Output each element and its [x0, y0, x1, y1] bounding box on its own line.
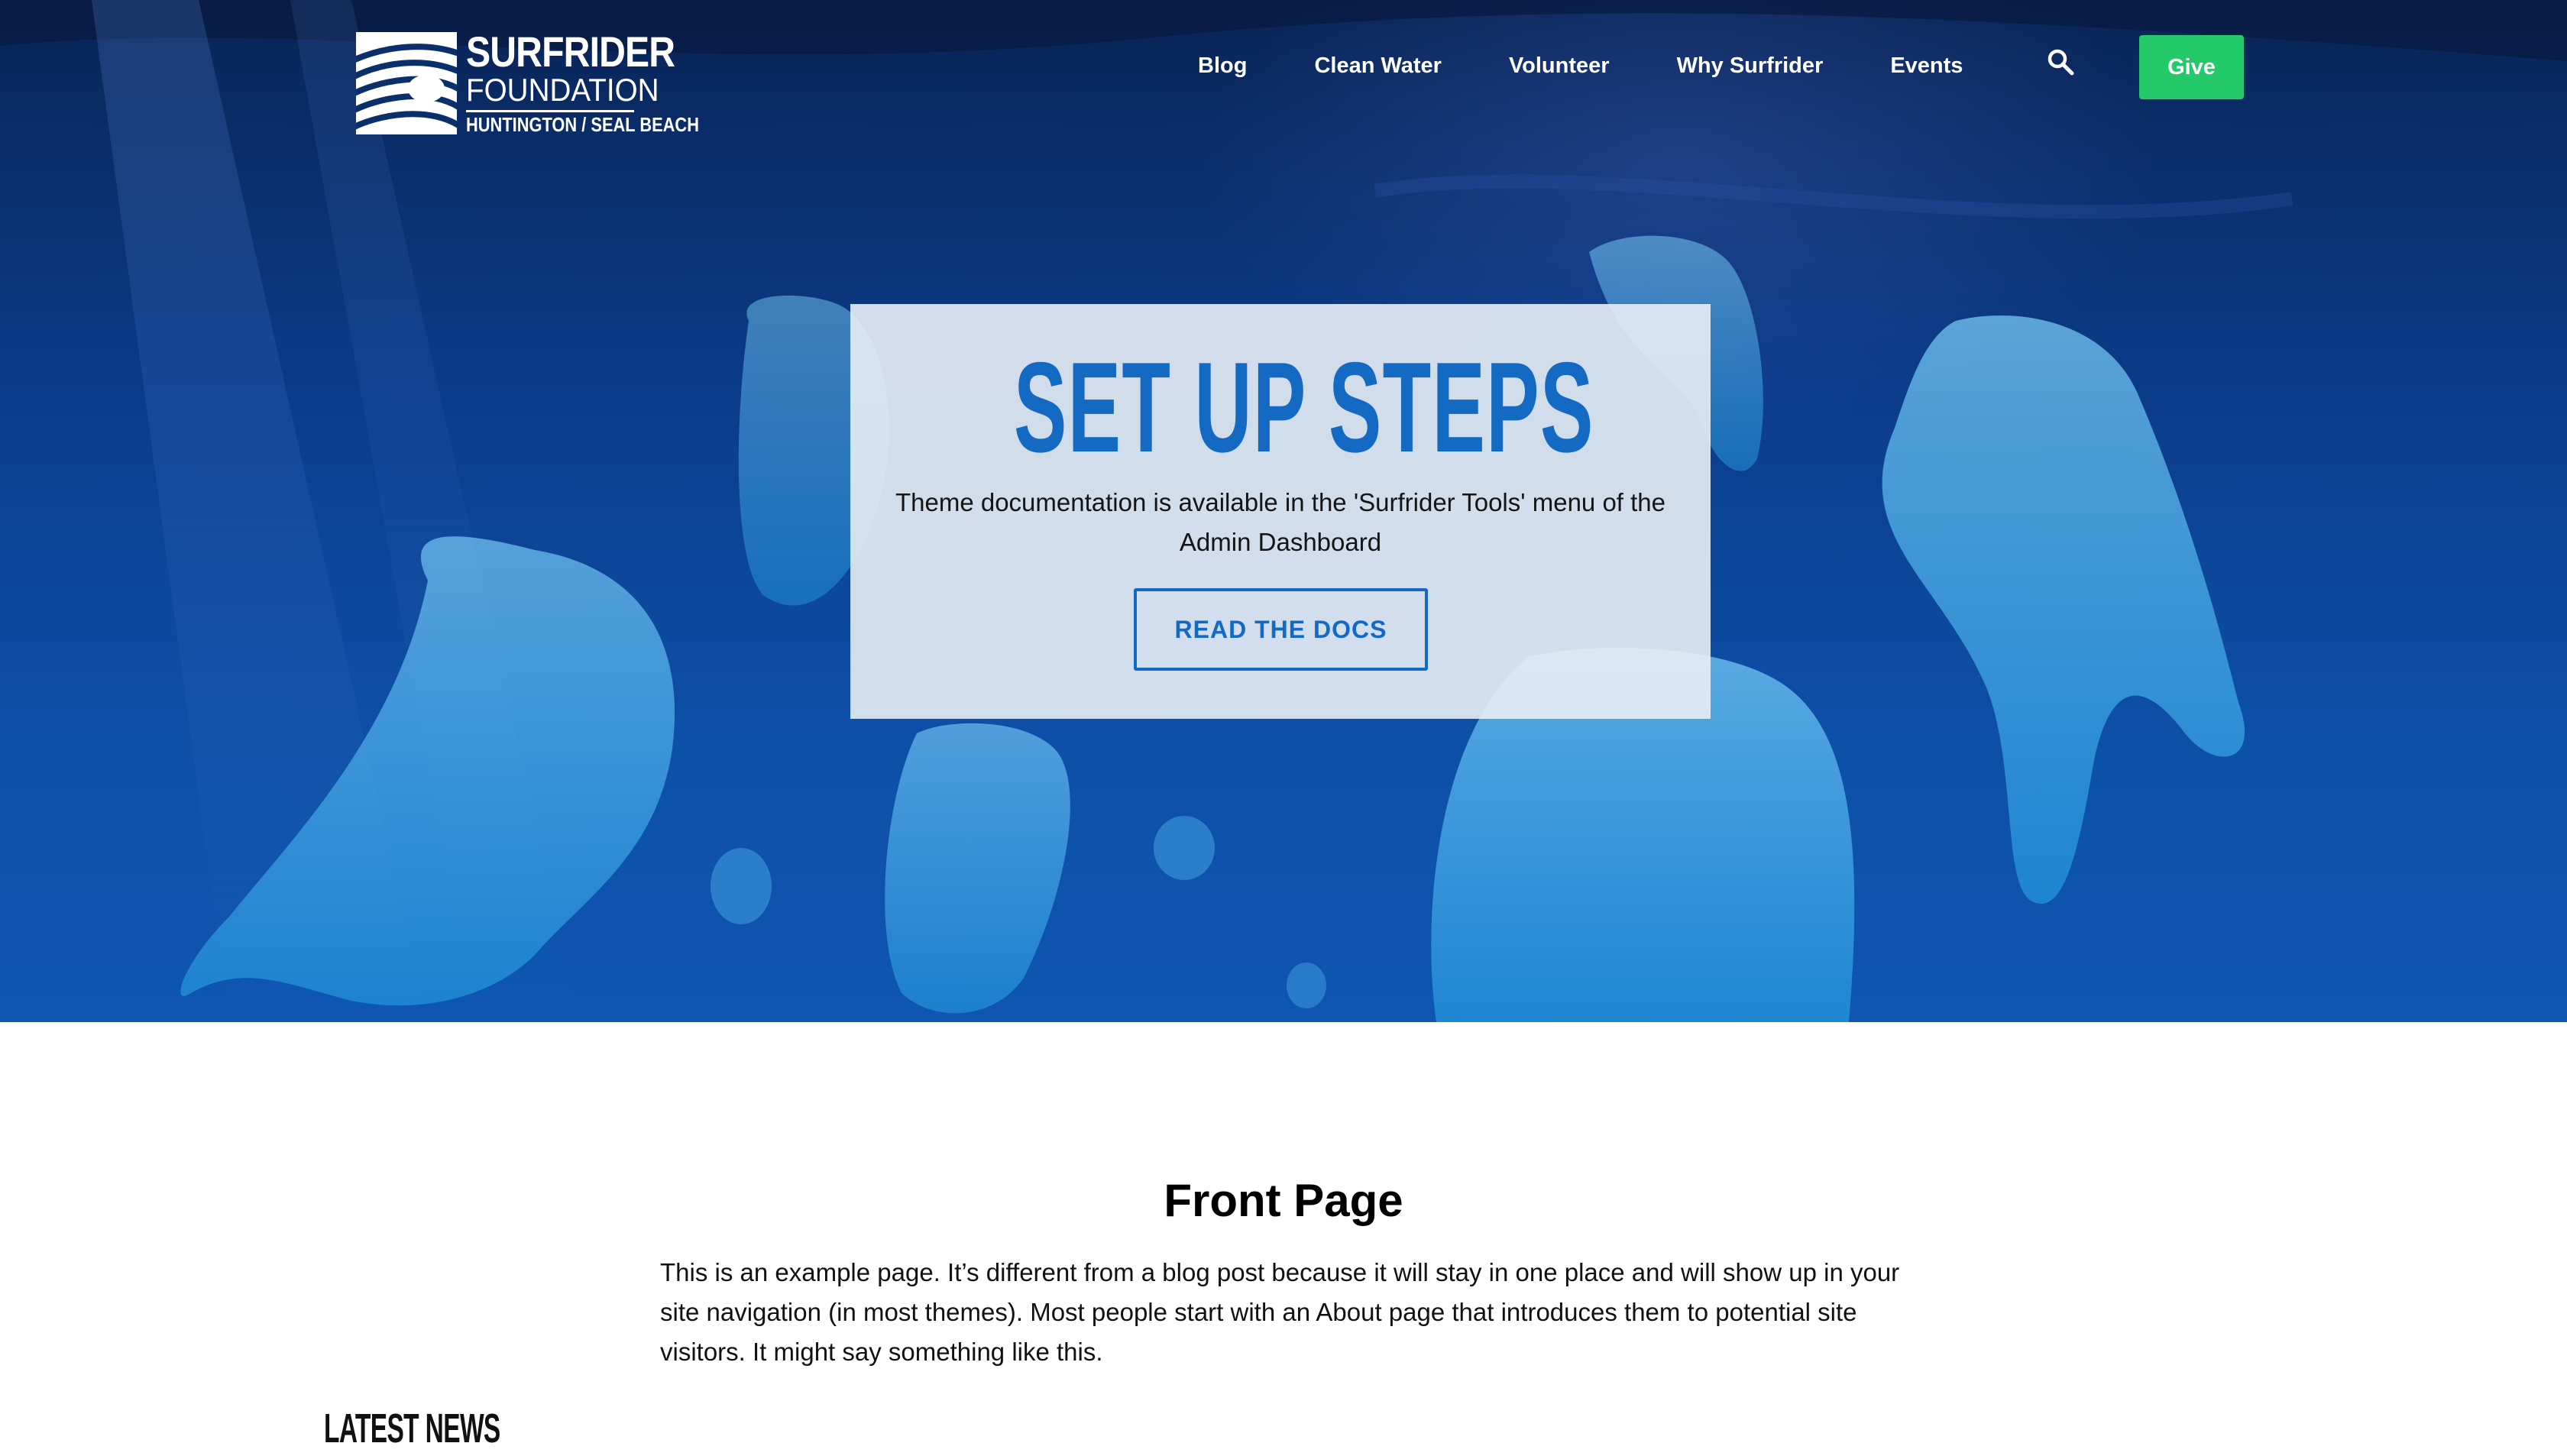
page-body-text: This is an example page. It’s different … [660, 1258, 1900, 1366]
search-icon[interactable] [2046, 47, 2077, 78]
main-navigation: Blog Clean Water Volunteer Why Surfrider… [1198, 47, 1963, 84]
latest-news-heading: LATEST NEWS [324, 1406, 500, 1451]
nav-item-clean-water[interactable]: Clean Water [1314, 47, 1442, 84]
setup-callout: SET UP STEPS Theme documentation is avai… [850, 304, 1711, 719]
callout-text: Theme documentation is available in the … [895, 488, 1666, 556]
logo-chapter: HUNTINGTON / SEAL BEACH [466, 113, 699, 136]
surfrider-logo[interactable]: SURFRIDER FOUNDATION HUNTINGTON / SEAL B… [356, 28, 699, 139]
wave-logo-icon [356, 32, 457, 134]
give-button[interactable]: Give [2139, 35, 2244, 99]
nav-item-why-surfrider[interactable]: Why Surfrider [1677, 47, 1824, 84]
logo-divider [466, 110, 634, 112]
logo-title: SURFRIDER [466, 28, 675, 76]
page-title: Front Page [1164, 1175, 1403, 1226]
nav-item-events[interactable]: Events [1890, 47, 1963, 84]
hero-banner: SURFRIDER FOUNDATION HUNTINGTON / SEAL B… [0, 0, 2567, 1022]
logo-subtitle: FOUNDATION [466, 72, 659, 108]
callout-title: SET UP STEPS [1013, 335, 1594, 479]
nav-item-blog[interactable]: Blog [1198, 47, 1247, 84]
nav-item-volunteer[interactable]: Volunteer [1509, 47, 1610, 84]
read-docs-button[interactable]: READ THE DOCS [1134, 588, 1428, 671]
